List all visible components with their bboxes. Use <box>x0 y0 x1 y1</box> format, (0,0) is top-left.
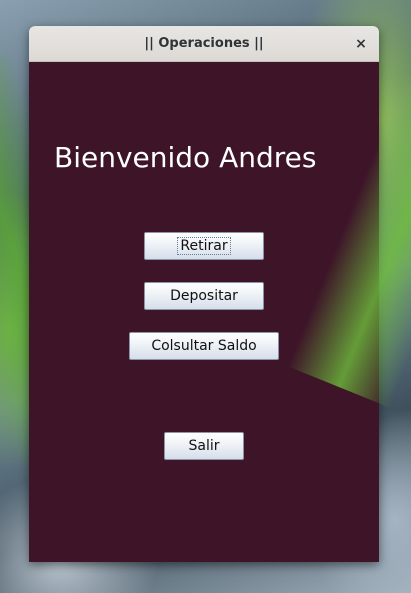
close-icon[interactable]: × <box>351 34 371 54</box>
window-titlebar[interactable]: || Operaciones || × <box>29 26 379 62</box>
retirar-button[interactable]: Retirar <box>144 232 264 260</box>
desktop-background: || Operaciones || × Bienvenido Andres Re… <box>0 0 411 593</box>
operations-window: || Operaciones || × Bienvenido Andres Re… <box>29 26 379 562</box>
welcome-heading: Bienvenido Andres <box>54 141 317 174</box>
consultar-saldo-button[interactable]: Colsultar Saldo <box>129 332 279 360</box>
window-title: || Operaciones || <box>144 36 264 51</box>
consultar-saldo-button-label: Colsultar Saldo <box>151 338 257 354</box>
window-content: Bienvenido Andres Retirar Depositar Cols… <box>29 62 379 562</box>
depositar-button-label: Depositar <box>170 288 238 304</box>
retirar-button-label: Retirar <box>177 237 231 255</box>
depositar-button[interactable]: Depositar <box>144 282 264 310</box>
salir-button-label: Salir <box>188 438 220 454</box>
salir-button[interactable]: Salir <box>164 432 244 460</box>
